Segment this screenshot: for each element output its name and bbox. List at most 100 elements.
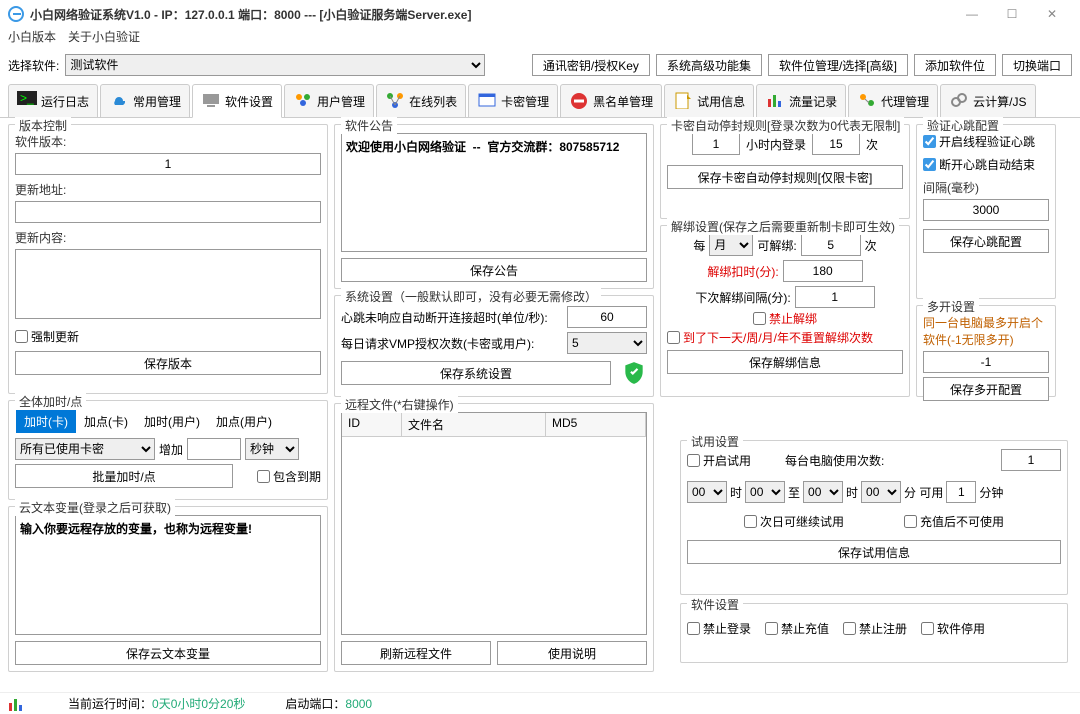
tab-icon-6 xyxy=(569,91,589,111)
flag-nologin-check[interactable] xyxy=(687,622,700,635)
include-expired-check[interactable] xyxy=(257,470,270,483)
status-port: 启动端口：8000 xyxy=(285,695,372,712)
status-runtime: 当前运行时间：0天0小时0分20秒 xyxy=(68,695,245,712)
btn-add-slot[interactable]: 添加软件位 xyxy=(914,54,996,76)
group-version: 版本控制 软件版本: 更新地址: 更新内容: 强制更新 保存版本 xyxy=(8,124,328,394)
hb-autoend-check[interactable] xyxy=(923,158,936,171)
group-system-settings: 系统设置（一般默认即可，没有必要无需修改） 心跳未响应自动断开连接超时(单位/秒… xyxy=(334,295,654,397)
tab-9[interactable]: 代理管理 xyxy=(848,84,938,117)
update-url-input[interactable] xyxy=(15,201,321,223)
tab-7[interactable]: 试用信息 xyxy=(664,84,754,117)
save-hb-button[interactable]: 保存心跳配置 xyxy=(923,229,1049,253)
tab-4[interactable]: 在线列表 xyxy=(376,84,466,117)
shield-icon xyxy=(621,360,647,386)
menu-version[interactable]: 小白版本 xyxy=(8,28,56,50)
bulk-scope-select[interactable]: 所有已使用卡密 xyxy=(15,438,155,460)
vmp-count-select[interactable]: 5 xyxy=(567,332,647,354)
unbind-unit-select[interactable]: 月 xyxy=(709,234,753,256)
trial-nextday-check[interactable] xyxy=(744,515,757,528)
save-multi-button[interactable]: 保存多开配置 xyxy=(923,377,1049,401)
bulk-amount-input[interactable] xyxy=(187,438,241,460)
btn-key[interactable]: 通讯密钥/授权Key xyxy=(532,54,650,76)
group-bulk-time: 全体加时/点 加时(卡)加点(卡)加时(用户)加点(用户) 所有已使用卡密 增加… xyxy=(8,400,328,500)
tab-icon-5 xyxy=(477,91,497,111)
svg-text:>_: >_ xyxy=(20,91,34,105)
unbind-interval-input[interactable] xyxy=(795,286,875,308)
tab-5[interactable]: 卡密管理 xyxy=(468,84,558,117)
tab-icon-4 xyxy=(385,91,405,111)
trial-m1-select[interactable]: 00 xyxy=(745,481,785,503)
save-ban-rule-button[interactable]: 保存卡密自动停封规则[仅限卡密] xyxy=(667,165,903,189)
bulk-unit-select[interactable]: 秒钟 xyxy=(245,438,299,460)
tab-0[interactable]: >_运行日志 xyxy=(8,84,98,117)
hb-timeout-input[interactable] xyxy=(567,306,647,328)
statusbar: 当前运行时间：0天0小时0分20秒 启动端口：8000 xyxy=(0,692,1080,714)
unbind-count-input[interactable] xyxy=(801,234,861,256)
tab-8[interactable]: 流量记录 xyxy=(756,84,846,117)
tab-1[interactable]: 常用管理 xyxy=(100,84,190,117)
titlebar: 小白网络验证系统V1.0 - IP：127.0.0.1 端口：8000 --- … xyxy=(0,0,1080,28)
tab-icon-8 xyxy=(765,91,785,111)
group-trial: 试用设置 开启试用 每台电脑使用次数: 00时 00 至 00时 00 分 可用… xyxy=(680,440,1068,595)
group-multi: 多开设置 同一台电脑最多开启个软件(-1无限多开) 保存多开配置 xyxy=(916,305,1056,397)
tab-strip: >_运行日志常用管理软件设置用户管理在线列表卡密管理黑名单管理试用信息流量记录代… xyxy=(0,80,1080,118)
announcement-input[interactable]: 欢迎使用小白网络验证 -- 官方交流群：807585712 xyxy=(341,133,647,252)
save-unbind-button[interactable]: 保存解绑信息 xyxy=(667,350,903,374)
toolbar: 选择软件: 测试软件 通讯密钥/授权Key 系统高级功能集 软件位管理/选择[高… xyxy=(0,50,1080,80)
cloud-var-input[interactable]: 输入你要远程存放的变量，也称为远程变量! xyxy=(15,515,321,635)
ban-hours-input[interactable] xyxy=(692,133,740,155)
update-content-input[interactable] xyxy=(15,249,321,319)
btn-switch-port[interactable]: 切换端口 xyxy=(1002,54,1072,76)
multi-count-input[interactable] xyxy=(923,351,1049,373)
btn-advanced[interactable]: 系统高级功能集 xyxy=(656,54,762,76)
tab-icon-7 xyxy=(673,91,693,111)
tab-2[interactable]: 软件设置 xyxy=(192,84,282,118)
no-reset-unbind-check[interactable] xyxy=(667,331,680,344)
window-title: 小白网络验证系统V1.0 - IP：127.0.0.1 端口：8000 --- … xyxy=(30,6,471,23)
group-remote-files: 远程文件(*右键操作) ID 文件名 MD5 刷新远程文件 使用说明 xyxy=(334,403,654,672)
bulk-apply-button[interactable]: 批量加时/点 xyxy=(15,464,233,488)
trial-h2-select[interactable]: 00 xyxy=(803,481,843,503)
status-bars-icon xyxy=(8,697,28,711)
hb-thread-check[interactable] xyxy=(923,135,936,148)
software-select[interactable]: 测试软件 xyxy=(65,54,485,76)
flag-noreg-check[interactable] xyxy=(843,622,856,635)
tab-6[interactable]: 黑名单管理 xyxy=(560,84,662,117)
group-unbind: 解绑设置(保存之后需要重新制卡即可生效) 每 月 可解绑: 次 解绑扣时(分):… xyxy=(660,225,910,397)
close-button[interactable]: ✕ xyxy=(1032,2,1072,26)
files-help-button[interactable]: 使用说明 xyxy=(497,641,647,665)
save-trial-button[interactable]: 保存试用信息 xyxy=(687,540,1061,564)
bulk-segment[interactable]: 加时(卡)加点(卡)加时(用户)加点(用户) xyxy=(15,409,321,434)
flag-norecharge-check[interactable] xyxy=(765,622,778,635)
unbind-deduct-input[interactable] xyxy=(783,260,863,282)
minimize-button[interactable]: — xyxy=(952,2,992,26)
trial-duration-input[interactable] xyxy=(946,481,976,503)
maximize-button[interactable]: ☐ xyxy=(992,2,1032,26)
group-announcement: 软件公告 欢迎使用小白网络验证 -- 官方交流群：807585712 保存公告 xyxy=(334,124,654,289)
tab-3[interactable]: 用户管理 xyxy=(284,84,374,117)
hb-interval-input[interactable] xyxy=(923,199,1049,221)
remote-files-list[interactable]: ID 文件名 MD5 xyxy=(341,412,647,635)
btn-slot-manage[interactable]: 软件位管理/选择[高级] xyxy=(768,54,908,76)
forbid-unbind-check[interactable] xyxy=(753,312,766,325)
tab-icon-10 xyxy=(949,91,969,111)
trial-m2-select[interactable]: 00 xyxy=(861,481,901,503)
tab-10[interactable]: 云计算/JS xyxy=(940,84,1035,117)
save-announcement-button[interactable]: 保存公告 xyxy=(341,258,647,282)
group-cloud-var: 云文本变量(登录之后可获取) 输入你要远程存放的变量，也称为远程变量! 保存云文… xyxy=(8,506,328,672)
trial-noafter-check[interactable] xyxy=(904,515,917,528)
menubar: 小白版本 关于小白验证 xyxy=(0,28,1080,50)
enable-trial-check[interactable] xyxy=(687,454,700,467)
refresh-files-button[interactable]: 刷新远程文件 xyxy=(341,641,491,665)
group-heartbeat: 验证心跳配置 开启线程验证心跳 断开心跳自动结束 间隔(毫秒) 保存心跳配置 xyxy=(916,124,1056,299)
trial-h1-select[interactable]: 00 xyxy=(687,481,727,503)
save-system-button[interactable]: 保存系统设置 xyxy=(341,361,611,385)
menu-about[interactable]: 关于小白验证 xyxy=(68,28,140,50)
save-version-button[interactable]: 保存版本 xyxy=(15,351,321,375)
ban-count-input[interactable] xyxy=(812,133,860,155)
force-update-check[interactable] xyxy=(15,330,28,343)
flag-disabled-check[interactable] xyxy=(921,622,934,635)
save-cloud-var-button[interactable]: 保存云文本变量 xyxy=(15,641,321,665)
software-version-input[interactable] xyxy=(15,153,321,175)
trial-perpc-input[interactable] xyxy=(1001,449,1061,471)
